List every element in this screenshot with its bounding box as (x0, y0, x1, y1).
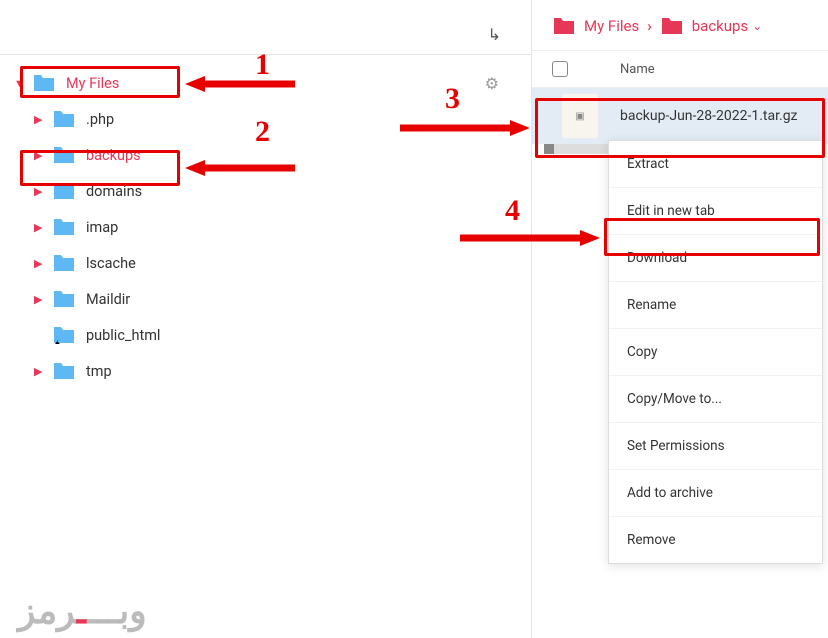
tree-label: My Files (66, 75, 119, 92)
breadcrumb: My Files › backups ⌄ (532, 10, 828, 50)
logo: وبــــرمز (18, 590, 147, 632)
sidebar: ↳ ⚙ ▼ My Files ▶ .php ▶ backups (0, 0, 532, 638)
tree-item-my-files[interactable]: ▼ My Files (14, 65, 531, 101)
chevron-right-icon: › (647, 17, 652, 35)
tree-label: .php (86, 111, 114, 128)
menu-rename[interactable]: Rename (609, 282, 822, 329)
menu-copy[interactable]: Copy (609, 329, 822, 376)
scrollbar-thumb[interactable] (544, 144, 554, 154)
tree-item-public-html[interactable]: ▶ public_html (34, 317, 531, 353)
tree-item-lscache[interactable]: ▶ lscache (34, 245, 531, 281)
tree-label: backups (86, 147, 141, 164)
expand-icon[interactable]: ▶ (34, 257, 48, 270)
tree-label: Maildir (86, 291, 130, 308)
tree-item-domains[interactable]: ▶ domains (34, 173, 531, 209)
tree-item-imap[interactable]: ▶ imap (34, 209, 531, 245)
expand-icon[interactable]: ▶ (34, 293, 48, 306)
folder-link-icon (52, 325, 76, 345)
breadcrumb-label: backups (692, 17, 748, 35)
sidebar-toolbar: ↳ (0, 15, 531, 55)
tree-label: public_html (86, 327, 160, 344)
file-list-header: Name (532, 50, 828, 88)
menu-copy-move-to[interactable]: Copy/Move to... (609, 376, 822, 423)
folder-tree: ▼ My Files ▶ .php ▶ backups ▶ domains (0, 55, 531, 399)
tree-label: tmp (86, 363, 112, 380)
expand-icon[interactable]: ▶ (34, 113, 48, 126)
tree-label: imap (86, 219, 118, 236)
folder-icon (660, 16, 684, 36)
menu-edit-new-tab[interactable]: Edit in new tab (609, 188, 822, 235)
context-menu: Extract Edit in new tab Download Rename … (608, 140, 823, 564)
expand-icon[interactable]: ▶ (34, 185, 48, 198)
tree-item-tmp[interactable]: ▶ tmp (34, 353, 531, 389)
tree-item-maildir[interactable]: ▶ Maildir (34, 281, 531, 317)
file-name: backup-Jun-28-2022-1.tar.gz (620, 108, 798, 124)
chevron-down-icon[interactable]: ⌄ (752, 19, 762, 33)
expand-icon[interactable]: ▶ (34, 365, 48, 378)
column-name[interactable]: Name (620, 62, 655, 77)
gear-icon[interactable]: ⚙ (485, 74, 499, 93)
folder-icon (552, 16, 576, 36)
menu-remove[interactable]: Remove (609, 517, 822, 563)
tree-label: domains (86, 183, 142, 200)
menu-download[interactable]: Download (609, 235, 822, 282)
menu-set-permissions[interactable]: Set Permissions (609, 423, 822, 470)
expand-icon[interactable]: ▶ (34, 221, 48, 234)
tree-item-backups[interactable]: ▶ backups (34, 137, 531, 173)
menu-add-to-archive[interactable]: Add to archive (609, 470, 822, 517)
file-row[interactable]: ▣ backup-Jun-28-2022-1.tar.gz (532, 88, 828, 144)
breadcrumb-my-files[interactable]: My Files (552, 16, 639, 36)
folder-icon (52, 361, 76, 381)
breadcrumb-backups[interactable]: backups (660, 16, 748, 36)
menu-extract[interactable]: Extract (609, 141, 822, 188)
folder-icon (52, 109, 76, 129)
enter-icon[interactable]: ↳ (488, 25, 501, 44)
folder-icon (52, 181, 76, 201)
breadcrumb-label: My Files (584, 17, 639, 35)
expand-icon[interactable]: ▶ (34, 149, 48, 162)
folder-icon (52, 289, 76, 309)
folder-icon (52, 145, 76, 165)
archive-file-icon: ▣ (562, 94, 598, 138)
select-all-checkbox[interactable] (552, 61, 568, 77)
expand-icon[interactable]: ▼ (14, 77, 28, 90)
tree-label: lscache (86, 255, 136, 272)
tree-item-php[interactable]: ▶ .php (34, 101, 531, 137)
folder-icon (52, 217, 76, 237)
folder-icon (52, 253, 76, 273)
folder-icon (32, 73, 56, 93)
